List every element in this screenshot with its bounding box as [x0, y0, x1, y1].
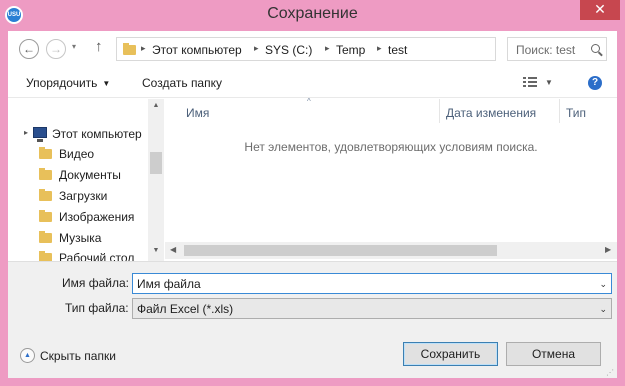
filetype-select[interactable]: Файл Excel (*.xls) ⌄	[132, 298, 612, 319]
search-placeholder: Поиск: test	[516, 43, 576, 57]
filename-label: Имя файла:	[62, 276, 129, 290]
sidebar-item-label: Рабочий стол	[59, 251, 135, 261]
computer-icon	[33, 127, 47, 142]
breadcrumb-separator-icon[interactable]: ▸	[325, 43, 330, 54]
desktop-folder-icon	[39, 251, 52, 261]
save-dialog-window: USU Сохранение ✕ ← → ▾ ↑ ▸ Этот компьюте…	[0, 0, 625, 386]
new-folder-button[interactable]: Создать папку	[142, 76, 222, 90]
column-header-date-modified[interactable]: Дата изменения	[446, 106, 536, 120]
close-button[interactable]: ✕	[580, 0, 620, 20]
column-header-type[interactable]: Тип	[566, 106, 586, 120]
sidebar-item-label: Музыка	[59, 231, 102, 245]
title-bar: USU Сохранение ✕	[0, 0, 625, 31]
breadcrumb-separator-icon[interactable]: ▸	[254, 43, 259, 54]
recent-locations-dropdown-icon[interactable]: ▾	[72, 42, 76, 51]
filetype-label: Тип файла:	[65, 301, 129, 315]
search-icon[interactable]	[591, 44, 600, 53]
sidebar-item-label: Загрузки	[59, 189, 108, 203]
column-header-name[interactable]: Имя	[186, 106, 209, 120]
downloads-folder-icon	[39, 189, 52, 201]
music-folder-icon	[39, 231, 52, 243]
navigation-pane: ▸ Этот компьютер Видео Документы Загрузк…	[8, 99, 164, 261]
documents-folder-icon	[39, 168, 52, 180]
column-divider[interactable]	[439, 99, 440, 123]
view-dropdown-icon[interactable]: ▼	[545, 78, 553, 87]
video-folder-icon	[39, 147, 52, 159]
organize-button[interactable]: Упорядочить ▼	[26, 76, 110, 90]
breadcrumb-this-pc[interactable]: Этот компьютер	[152, 43, 242, 57]
pictures-folder-icon	[39, 210, 52, 222]
scroll-left-icon[interactable]: ◀	[170, 245, 176, 254]
help-icon[interactable]: ?	[588, 76, 602, 90]
breadcrumb-separator-icon[interactable]: ▸	[377, 43, 382, 54]
empty-folder-message: Нет элементов, удовлетворяющих условиям …	[244, 140, 538, 154]
resize-grip-icon[interactable]: ⋰	[606, 368, 614, 377]
file-list-pane: ^ Имя Дата изменения Тип Нет элементов, …	[165, 97, 617, 261]
filetype-value: Файл Excel (*.xls)	[137, 302, 234, 316]
hide-folders-label: Скрыть папки	[40, 349, 116, 363]
column-divider[interactable]	[559, 99, 560, 123]
filename-value: Имя файла	[137, 277, 201, 291]
scroll-right-icon[interactable]: ▶	[605, 245, 611, 254]
dialog-client-area: ← → ▾ ↑ ▸ Этот компьютер ▸ SYS (C:) ▸ Te…	[8, 31, 617, 378]
breadcrumb-test[interactable]: test	[388, 43, 407, 57]
sidebar-item-label: Документы	[59, 168, 121, 182]
view-options-icon[interactable]	[523, 77, 537, 88]
folder-icon	[123, 43, 136, 55]
window-title: Сохранение	[267, 5, 358, 22]
scrollbar-thumb[interactable]	[150, 152, 162, 174]
scrollbar-thumb[interactable]	[184, 245, 497, 256]
collapse-arrow-icon: ▲	[20, 348, 35, 363]
up-folder-button[interactable]: ↑	[95, 38, 103, 55]
scroll-down-icon[interactable]: ▼	[148, 247, 164, 254]
sidebar-item-label: Видео	[59, 147, 95, 161]
chevron-down-icon[interactable]: ⌄	[599, 304, 607, 315]
sort-ascending-icon: ^	[307, 97, 311, 106]
save-button[interactable]: Сохранить	[403, 342, 498, 366]
expand-arrow-icon[interactable]: ▸	[24, 128, 28, 137]
chevron-down-icon[interactable]: ⌄	[599, 279, 607, 290]
search-input[interactable]: Поиск: test	[507, 37, 607, 61]
breadcrumb-temp[interactable]: Temp	[336, 43, 365, 57]
navigation-scrollbar[interactable]: ▲ ▼	[148, 99, 164, 261]
scroll-up-icon[interactable]: ▲	[148, 102, 164, 109]
forward-button[interactable]: →	[46, 39, 66, 59]
address-bar[interactable]: ▸ Этот компьютер ▸ SYS (C:) ▸ Temp ▸ tes…	[116, 37, 601, 61]
cancel-button[interactable]: Отмена	[506, 342, 601, 366]
breadcrumb-separator-icon[interactable]: ▸	[141, 43, 146, 54]
sidebar-item-label: Изображения	[59, 210, 135, 224]
command-toolbar: Упорядочить ▼ Создать папку ▼ ?	[8, 68, 617, 98]
save-options-panel: Имя файла: Имя файла ⌄ Тип файла: Файл E…	[8, 261, 617, 378]
chevron-down-icon: ▼	[102, 79, 111, 88]
file-list-horizontal-scrollbar[interactable]: ◀ ▶	[165, 242, 617, 259]
organize-label: Упорядочить	[26, 76, 98, 90]
back-button[interactable]: ←	[19, 39, 39, 59]
sidebar-item-label: Этот компьютер	[52, 127, 142, 141]
filename-field[interactable]: Имя файла ⌄	[132, 273, 612, 294]
breadcrumb-sys-c[interactable]: SYS (C:)	[265, 43, 312, 57]
